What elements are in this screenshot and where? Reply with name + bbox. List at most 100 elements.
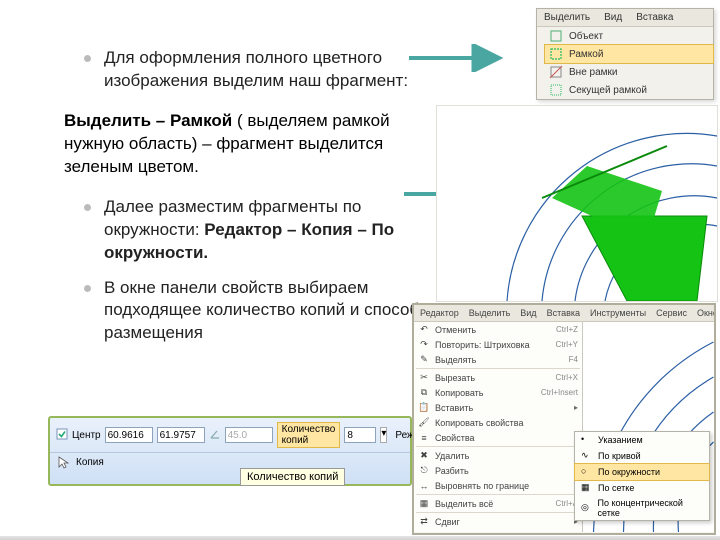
angle-icon [209, 428, 221, 443]
checkbox-icon[interactable] [56, 428, 68, 443]
menu-shortcut: Ctrl+X [556, 373, 578, 382]
break-icon: ⎋ [418, 465, 430, 477]
menu-cut[interactable]: ✂ВырезатьCtrl+X [414, 370, 582, 385]
center-x-field[interactable] [105, 427, 153, 443]
arrow-1 [405, 44, 505, 72]
menu-rotate[interactable]: ⟳ Поворот [414, 529, 582, 535]
copies-field[interactable] [344, 427, 376, 443]
copy-submenu: •Указанием ∿По кривой ○ По окружности ▦ По… [574, 431, 710, 521]
menu-view[interactable]: Вид [601, 11, 625, 24]
menu-label: Копировать [435, 388, 483, 398]
redo-icon: ↷ [418, 339, 430, 351]
rotate-icon: ⟳ [418, 531, 430, 536]
properties-toolbar: Центр Количество копий ▾ Режим Копия Кол… [48, 416, 412, 486]
copy-icon: ⧉ [418, 387, 430, 399]
editor-menu-tools[interactable]: Инструменты [588, 307, 648, 319]
menu-copy-props[interactable]: 🖌Копировать свойства [414, 415, 582, 430]
menu-label: Удалить [435, 451, 469, 461]
bullet-2-bold: Выделить – Рамкой [64, 111, 232, 130]
slide-footer [0, 536, 720, 540]
menu-break[interactable]: ⎋Разбить▸ [414, 463, 582, 478]
frame-icon [549, 47, 563, 61]
tab-copy-label[interactable]: Копия [76, 457, 104, 468]
menu-redo[interactable]: ↷ Повторить: Штриховка Ctrl+Y [414, 337, 582, 352]
menu-label: Отменить [435, 325, 476, 335]
grid-icon: ▦ [581, 482, 593, 494]
menu-item-crossing-frame[interactable]: Секущей рамкой [545, 81, 713, 99]
submenu-arrow-icon: ▸ [574, 403, 578, 412]
menu-item-label: Секущей рамкой [569, 85, 647, 96]
editor-menu-select[interactable]: Выделить [467, 307, 513, 319]
menu-label: Поворот [435, 532, 470, 536]
undo-icon: ↶ [418, 324, 430, 336]
menu-select-all[interactable]: ▦Выделить всёCtrl+A [414, 496, 582, 511]
submenu-by-point[interactable]: •Указанием [575, 432, 709, 448]
menu-undo[interactable]: ↶ОтменитьCtrl+Z [414, 322, 582, 337]
menu-insert[interactable]: Вставка [633, 11, 676, 24]
menu-label: Повторить: Штриховка [435, 340, 530, 350]
copies-tooltip: Количество копий [240, 468, 345, 486]
properties-toolbar-row2: Копия [50, 452, 410, 471]
menu-item-label: Рамкой [569, 49, 603, 60]
menu-item-object[interactable]: Объект [545, 27, 713, 45]
editor-panel: Редактор Выделить Вид Вставка Инструмент… [412, 303, 716, 535]
angle-field [225, 427, 273, 443]
point-icon: • [581, 434, 593, 446]
green-fragment-preview [436, 105, 718, 302]
editor-menu-view[interactable]: Вид [518, 307, 538, 319]
menu-label: Выровнять по границе [435, 481, 529, 491]
menu-paste[interactable]: 📋Вставить▸ [414, 400, 582, 415]
slide-body: Для оформления полного цветного изображе… [0, 0, 720, 540]
bullet-4: В окне панели свойств выбираем подходяще… [90, 277, 430, 346]
shift-icon: ⇄ [418, 516, 430, 528]
menu-select[interactable]: Выделить [541, 11, 593, 24]
menu-label: Выделять [435, 355, 476, 365]
center-y-field[interactable] [157, 427, 205, 443]
crossing-frame-icon [549, 83, 563, 97]
menu-copy[interactable]: ⧉ Копировать Ctrl+Insert [414, 385, 582, 400]
copy-props-icon: 🖌 [418, 417, 430, 429]
highlight-icon: ✎ [418, 354, 430, 366]
bullet-list-2: Далее разместим фрагменты по окружности:… [50, 196, 430, 346]
outside-frame-icon [549, 65, 563, 79]
menu-delete[interactable]: ✖Удалить▸ [414, 448, 582, 463]
delete-icon: ✖ [418, 450, 430, 462]
menu-shortcut: Ctrl+Insert [541, 388, 578, 397]
menu-align[interactable]: ↔Выровнять по границе [414, 478, 582, 493]
editor-menubar: Редактор Выделить Вид Вставка Инструмент… [414, 305, 714, 322]
bullet-2: Выделить – Рамкой ( выделяем рамкой нужн… [50, 110, 404, 179]
menu-shift[interactable]: ⇄Сдвиг▸ [414, 514, 582, 529]
menu-highlight[interactable]: ✎ Выделять F4 [414, 352, 582, 367]
menu-props[interactable]: ≡Свойства [414, 430, 582, 445]
submenu-by-curve[interactable]: ∿По кривой [575, 448, 709, 464]
bullet-1: Для оформления полного цветного изображе… [90, 47, 430, 93]
editor-menu-window[interactable]: Окно [695, 307, 716, 319]
menu-shortcut: F4 [569, 355, 578, 364]
select-menu-panel: Выделить Вид Вставка Объект Рамкой [536, 8, 714, 100]
menu-item-outside-frame[interactable]: Вне рамки [545, 63, 713, 81]
editor-menu-insert[interactable]: Вставка [545, 307, 582, 319]
properties-toolbar-row1: Центр Количество копий ▾ Режим [50, 418, 410, 452]
copies-stepper[interactable]: ▾ [380, 427, 387, 443]
bullet-list: Для оформления полного цветного изображе… [50, 47, 430, 93]
submenu-label: По сетке [598, 483, 634, 493]
submenu-by-circle[interactable]: ○ По окружности [575, 464, 709, 480]
editor-menu-service[interactable]: Сервис [654, 307, 689, 319]
circle-icon: ○ [581, 466, 593, 478]
menu-label: Вырезать [435, 373, 475, 383]
editor-dropdown: ↶ОтменитьCtrl+Z ↷Повторить: ШтриховкаCtr… [414, 322, 583, 532]
menu-item-frame[interactable]: Рамкой [545, 45, 713, 63]
copies-label: Количество копий [277, 422, 341, 448]
select-menu-items: Объект Рамкой Вне рамки Секущей рамкой [537, 27, 713, 99]
submenu-by-concentric[interactable]: ◎ По концентрической сетке [575, 496, 709, 520]
menu-item-label: Вне рамки [569, 67, 618, 78]
submenu-label: По концентрической сетке [597, 498, 703, 518]
submenu-by-grid[interactable]: ▦ По сетке [575, 480, 709, 496]
select-menu-bar: Выделить Вид Вставка [537, 9, 713, 27]
paste-icon: 📋 [418, 402, 430, 414]
submenu-label: По окружности [598, 467, 660, 477]
menu-shortcut: Ctrl+Y [556, 340, 578, 349]
concentric-icon: ◎ [581, 502, 592, 514]
menu-label: Выделить всё [435, 499, 493, 509]
editor-menu-editor[interactable]: Редактор [418, 307, 461, 319]
